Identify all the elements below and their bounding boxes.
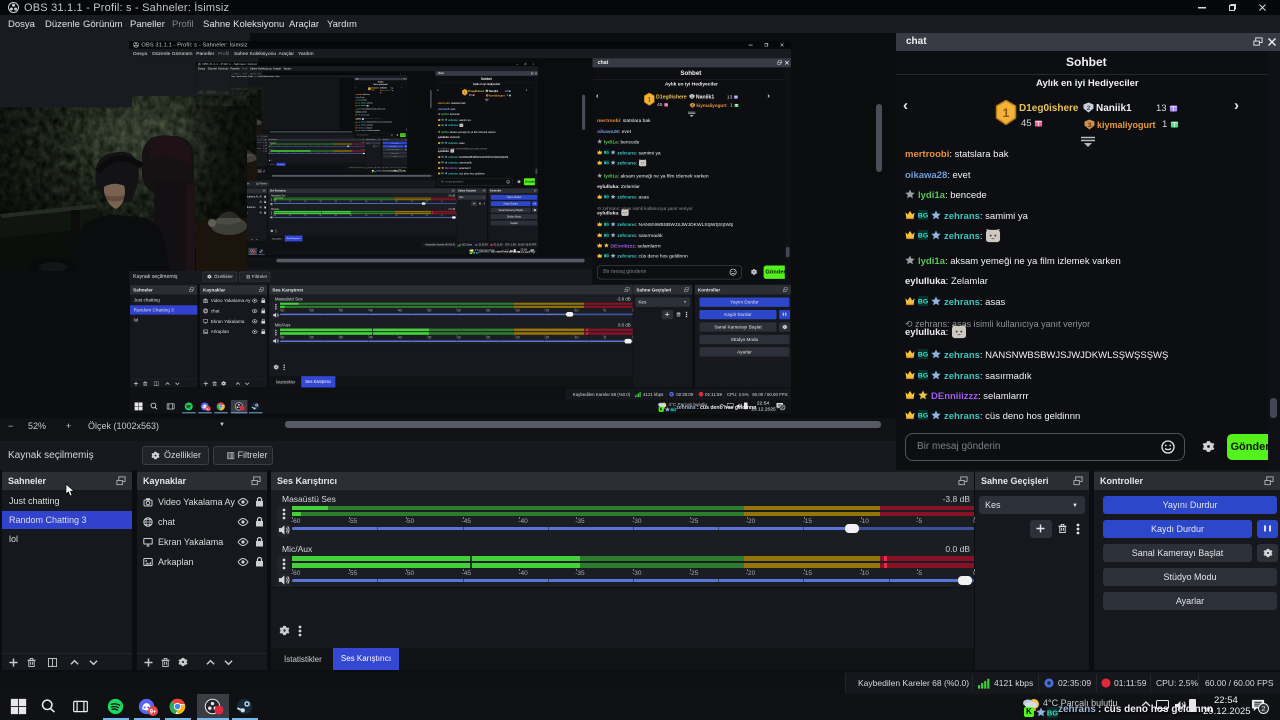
svg-text:BG: BG — [1047, 708, 1058, 717]
svg-text:9+: 9+ — [206, 407, 210, 411]
svg-text:1: 1 — [368, 87, 369, 89]
svg-text:BG: BG — [374, 170, 376, 171]
svg-text:BG: BG — [603, 194, 608, 198]
svg-text:2: 2 — [380, 86, 381, 87]
svg-text:BG: BG — [918, 212, 928, 219]
svg-text:9+: 9+ — [150, 710, 157, 716]
svg-text:3: 3 — [380, 89, 381, 90]
svg-text:2: 2 — [486, 90, 487, 92]
svg-text:BG: BG — [603, 150, 608, 154]
svg-text:3: 3 — [486, 94, 487, 96]
svg-text:BG: BG — [603, 222, 608, 226]
svg-text:BG: BG — [918, 232, 928, 239]
svg-text:BG: BG — [603, 253, 608, 257]
svg-text:BG: BG — [670, 406, 676, 411]
svg-text:1: 1 — [463, 90, 465, 94]
svg-text:BG: BG — [603, 160, 608, 164]
svg-text:BG: BG — [918, 372, 928, 379]
svg-text:2: 2 — [691, 94, 693, 98]
svg-text:1: 1 — [647, 96, 651, 103]
svg-text:BG: BG — [918, 352, 928, 359]
svg-text:BG: BG — [475, 252, 478, 254]
svg-text:BG: BG — [918, 412, 928, 419]
svg-text:BG: BG — [918, 298, 928, 305]
svg-text:3: 3 — [1088, 122, 1092, 129]
svg-text:BG: BG — [603, 233, 608, 237]
svg-text:1: 1 — [1003, 106, 1010, 120]
svg-text:2: 2 — [1087, 105, 1091, 112]
svg-text:3: 3 — [691, 103, 693, 107]
